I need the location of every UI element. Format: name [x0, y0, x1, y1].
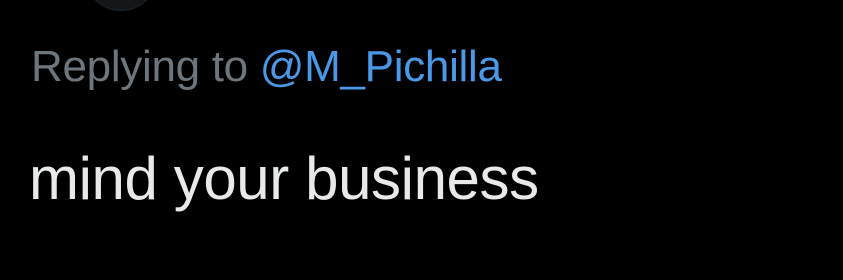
- replying-to-label: Replying to: [31, 42, 248, 91]
- replying-to-line: Replying to @M_Pichilla: [31, 40, 502, 94]
- avatar[interactable]: [85, 0, 157, 10]
- mention-link[interactable]: @M_Pichilla: [260, 42, 502, 91]
- tweet-text: mind your business: [29, 145, 539, 212]
- tweet-detail-view: Replying to @M_Pichilla mind your busine…: [0, 0, 843, 280]
